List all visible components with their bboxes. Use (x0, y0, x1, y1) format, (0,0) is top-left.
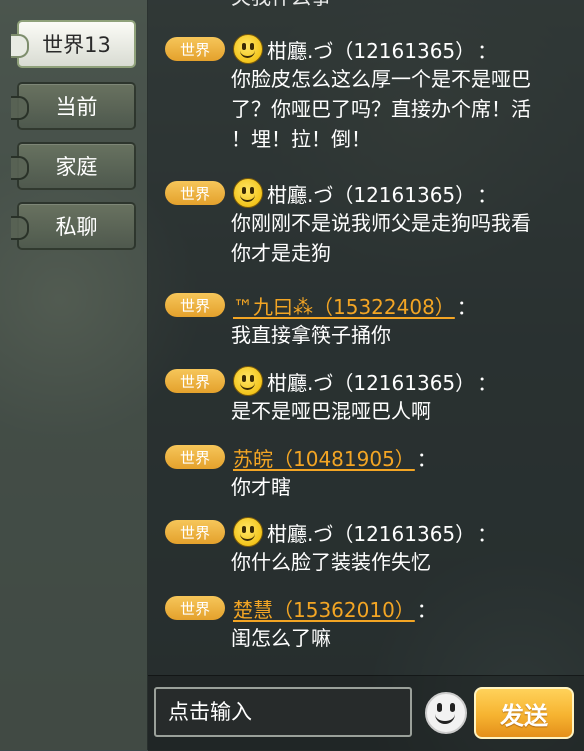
chat-message: 世界 柑廳.づ（12161365） ： 你脸皮怎么这么厚一个是不是哑巴 了？你哑… (165, 34, 570, 154)
world-channel-badge: 世界 (165, 596, 225, 620)
channel-sidebar: 世界13 当前 家庭 私聊 (0, 0, 148, 750)
colon: ： (416, 597, 437, 622)
world-channel-badge: 世界 (165, 293, 225, 317)
colon: ： (477, 370, 498, 395)
tab-label: 私聊 (55, 215, 98, 239)
tab-knob (11, 96, 29, 120)
smiley-icon (233, 178, 263, 208)
world-channel-badge: 世界 (165, 520, 225, 544)
tab-label: 世界13 (42, 33, 111, 57)
composer-bar: 点击输入 发送 (148, 675, 584, 751)
smiley-icon (233, 517, 263, 547)
sender-name[interactable]: 柑廳.づ（12161365） (267, 179, 475, 208)
send-button[interactable]: 发送 (474, 687, 574, 739)
sender-name-link[interactable]: 楚慧（15362010） (233, 594, 415, 623)
world-channel-badge: 世界 (165, 181, 225, 205)
chat-message: 世界 楚慧（15362010） ： 闺怎么了嘛 (165, 593, 570, 653)
chat-message: 世界 柑廳.づ（12161365） ： 你什么脸了装装作失忆 (165, 517, 570, 577)
message-line: 是不是哑巴混哑巴人啊 (231, 399, 431, 423)
chat-input[interactable]: 点击输入 (154, 687, 412, 737)
message-line: 你才瞎 (231, 475, 291, 499)
tab-family[interactable]: 家庭 (11, 142, 136, 190)
smiley-face-icon[interactable] (425, 692, 467, 734)
sender-name-link[interactable]: 苏皖（10481905） (233, 443, 415, 472)
tab-private[interactable]: 私聊 (11, 202, 136, 250)
chat-message: 世界 柑廳.づ（12161365） ： 是不是哑巴混哑巴人啊 (165, 366, 570, 426)
world-channel-badge: 世界 (165, 445, 225, 469)
tab-knob (11, 34, 29, 58)
message-line: 你才是走狗 (231, 241, 331, 265)
tab-current[interactable]: 当前 (11, 82, 136, 130)
colon: ： (477, 38, 498, 63)
chat-message: 世界 苏皖（10481905） ： 你才瞎 (165, 442, 570, 502)
tab-knob (11, 156, 29, 180)
message-line: 闺怎么了嘛 (231, 626, 331, 650)
sender-name[interactable]: 柑廳.づ（12161365） (267, 35, 475, 64)
tab-label: 家庭 (55, 155, 98, 179)
tab-knob (11, 216, 29, 240)
chat-message: 世界 ™九曰⁂（15322408） ： 我直接拿筷子捅你 (165, 290, 570, 350)
smiley-icon (233, 366, 263, 396)
sender-name[interactable]: 柑廳.づ（12161365） (267, 367, 475, 396)
colon: ： (416, 446, 437, 471)
message-line: 你什么脸了装装作失忆 (231, 550, 431, 574)
world-channel-badge: 世界 (165, 37, 225, 61)
message-line: 了？你哑巴了吗？直接办个席！活 (231, 97, 531, 121)
tab-label: 当前 (55, 95, 98, 119)
smiley-icon (233, 34, 263, 64)
sender-name-link[interactable]: ™九曰⁂（15322408） (233, 291, 455, 320)
message-line: 你脸皮怎么这么厚一个是不是哑巴 (231, 67, 531, 91)
message-line: 我直接拿筷子捅你 (231, 323, 391, 347)
colon: ： (477, 521, 498, 546)
chat-log[interactable]: 关我什么事 世界 柑廳.づ（12161365） ： 你脸皮怎么这么厚一个是不是哑… (148, 0, 584, 675)
tab-world[interactable]: 世界13 (11, 20, 136, 68)
colon: ： (477, 182, 498, 207)
partial-message-text: 关我什么事 (231, 0, 331, 12)
message-line: ！埋！拉！倒！ (231, 127, 371, 151)
chat-message: 世界 柑廳.づ（12161365） ： 你刚刚不是说我师父是走狗吗我看 你才是走… (165, 178, 570, 268)
message-line: 你刚刚不是说我师父是走狗吗我看 (231, 211, 531, 235)
sender-name[interactable]: 柑廳.づ（12161365） (267, 518, 475, 547)
world-channel-badge: 世界 (165, 369, 225, 393)
colon: ： (456, 294, 477, 319)
